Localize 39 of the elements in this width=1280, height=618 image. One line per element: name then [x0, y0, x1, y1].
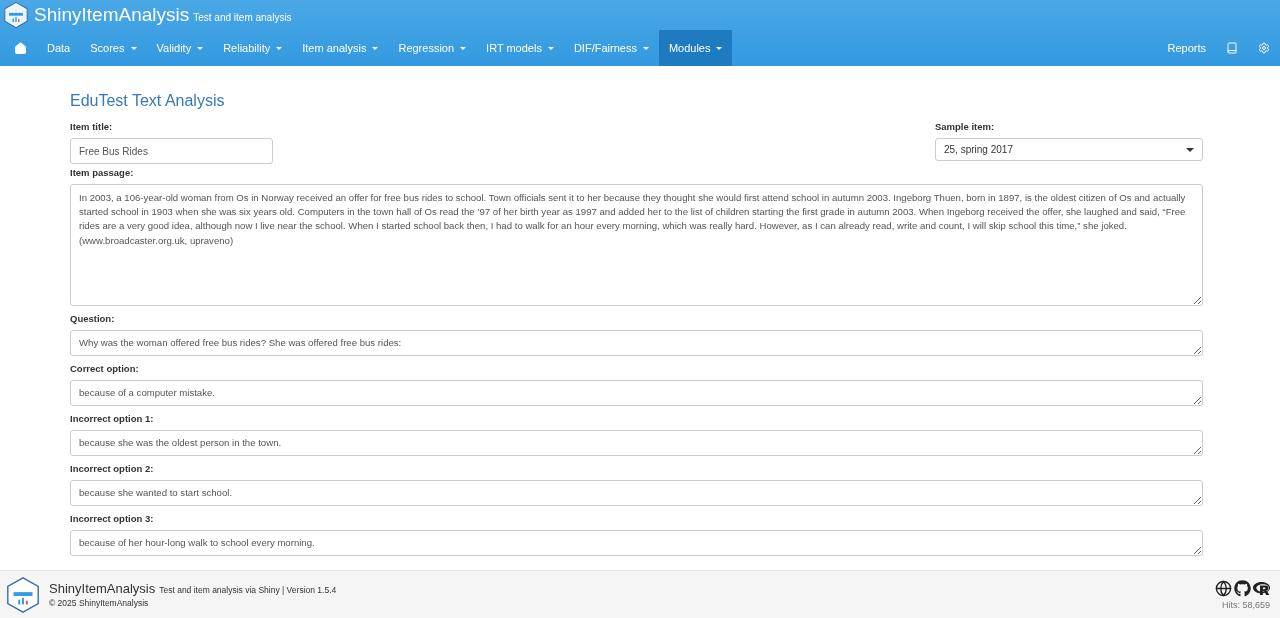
- nav-tab[interactable]: Data: [37, 30, 81, 66]
- nav-tab[interactable]: Item analysis: [292, 30, 389, 66]
- field-label: Incorrect option 2:: [70, 463, 155, 474]
- field-label: Sample item:: [935, 121, 996, 132]
- nav-tab[interactable]: Validity: [146, 30, 214, 66]
- app-subtitle: Test and item analysis: [193, 11, 292, 23]
- text-area[interactable]: because she wanted to start school.: [70, 480, 1203, 506]
- field-label: Incorrect option 1:: [70, 413, 155, 424]
- nav-tab[interactable]: Scores: [80, 30, 147, 66]
- nav-tab[interactable]: Regression: [388, 30, 477, 66]
- dropdown-select[interactable]: 25, spring 2017: [935, 138, 1203, 161]
- nav-tab[interactable]: Reliability: [213, 30, 293, 66]
- field-label: Item title:: [70, 121, 114, 132]
- text-area[interactable]: In 2003, a 106-year-old woman from Os in Norway received an offer for free bus rides to school. Town officials sent it to her because they thought she would first attend school in autumn 2003. Ingeborg Thuen, born in 1897, is the oldest citizen of Os and actually started school in 1903 when she was six years old. Computers in the town hall of Os read the ’97 of her birth year as 1997 and added her to the list of children starting the first grade in autumn 2003. When Ingeborg received the offer, she laughed and said, “Free rides are a very good idea, although now I live near the school. When I started school back then, I had to walk for an hour every morning, which was really hard. However, as I can already read, write and count, I will skip school this time,” she joked. (www.broadcaster.org.uk, upraveno): [70, 184, 1203, 306]
- logo-icon: [2, 1, 30, 29]
- github-icon[interactable]: [1234, 579, 1251, 597]
- text-area[interactable]: because of her hour-long walk to school every morning.: [70, 530, 1203, 556]
- reports-link[interactable]: Reports: [1157, 30, 1216, 66]
- field-label: Question:: [70, 313, 116, 324]
- field-label: Incorrect option 3:: [70, 513, 155, 524]
- globe-icon[interactable]: [1215, 579, 1232, 597]
- logo-icon: [4, 575, 42, 614]
- footer-subtitle: Test and item analysis via Shiny | Version 1.5.4: [159, 585, 337, 595]
- nav-tab[interactable]: DIF/Fairness: [563, 30, 659, 66]
- nav-tab[interactable]: Modules: [658, 30, 733, 66]
- r-logo-icon[interactable]: [1253, 579, 1270, 597]
- input-field[interactable]: Free Bus Rides: [70, 138, 273, 164]
- nav-tab[interactable]: IRT models: [476, 30, 564, 66]
- hits-counter: Hits: 58,659: [1221, 599, 1270, 610]
- field-label: Correct option:: [70, 363, 140, 374]
- text-area[interactable]: Why was the woman offered free bus rides? She was offered free bus rides:: [70, 330, 1203, 356]
- page-title: EduTest Text Analysis: [70, 92, 226, 110]
- copyright-text: © 2025 ShinyItemAnalysis: [49, 598, 150, 608]
- caret-icon: [1186, 147, 1194, 152]
- app-title: ShinyItemAnalysis: [34, 4, 190, 26]
- text-area[interactable]: because she was the oldest person in the town.: [70, 430, 1203, 456]
- text-area[interactable]: because of a computer mistake.: [70, 380, 1203, 406]
- footer-title: ShinyItemAnalysis: [49, 581, 156, 596]
- field-label: Item passage:: [70, 167, 135, 178]
